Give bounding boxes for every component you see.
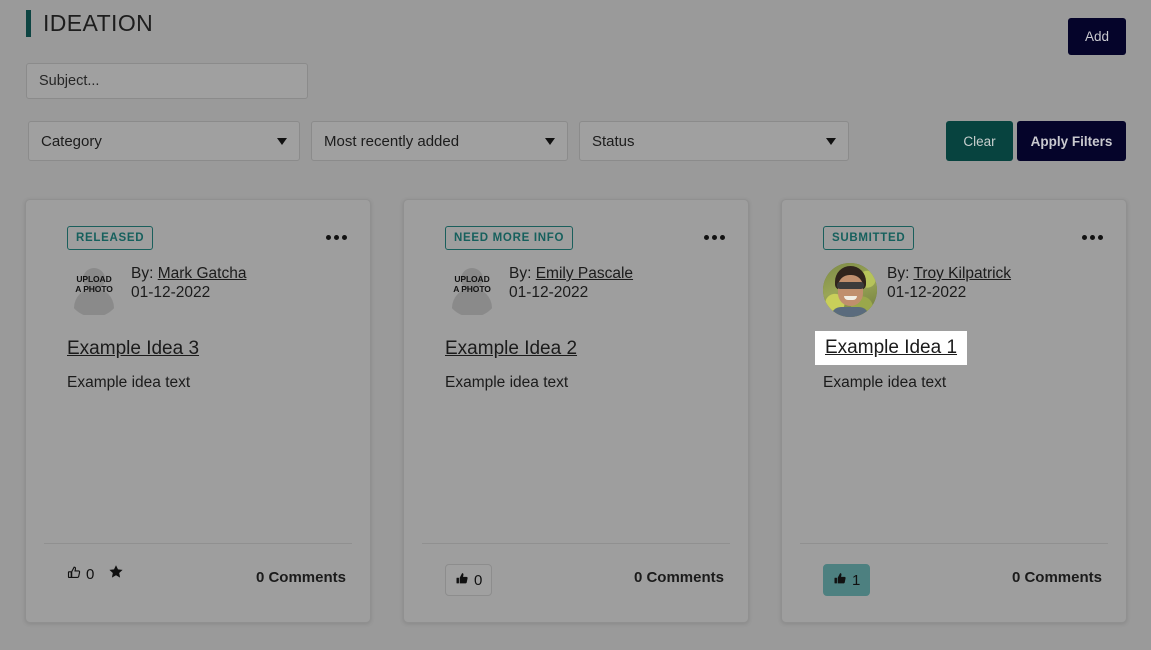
sort-select[interactable]: Most recently added [311,121,568,161]
avatar[interactable]: UPLOAD A PHOTO [67,263,121,317]
like-button[interactable]: 0 [67,565,94,583]
chevron-down-icon [545,137,555,145]
ellipsis-icon[interactable] [1078,228,1106,246]
by-prefix-label: By: [887,265,910,282]
idea-title-link[interactable]: Example Idea 2 [445,338,577,360]
author-link[interactable]: Emily Pascale [536,265,633,282]
avatar-placeholder-line2: A PHOTO [453,283,491,294]
idea-date: 01-12-2022 [131,284,211,301]
avatar[interactable] [823,263,877,317]
comments-count[interactable]: 0 Comments [1012,569,1102,586]
idea-card-footer: 0 0 Comments [26,544,370,624]
category-select-label: Category [41,132,102,150]
like-button[interactable]: 1 [823,564,871,596]
chevron-down-icon [826,137,836,145]
filter-row: Category Most recently added Status Clea… [0,121,1151,162]
author-link[interactable]: Mark Gatcha [158,265,247,282]
avatar-photo-face [838,275,863,306]
avatar-placeholder-text: UPLOAD A PHOTO [67,274,121,294]
author-line: By: Mark Gatcha [131,264,246,283]
idea-body-text: Example idea text [445,374,569,391]
idea-card[interactable]: NEED MORE INFO UPLOAD A PHOTO By: Emily Pas… [403,199,749,623]
author-line: By: Emily Pascale [509,264,633,283]
idea-card-footer: 0 0 Comments [404,544,748,624]
author-line: By: Troy Kilpatrick [887,264,1011,283]
status-badge: SUBMITTED [823,226,915,250]
status-badge: RELEASED [67,226,154,250]
avatar-placeholder-line1: UPLOAD [454,274,490,284]
idea-author-row: UPLOAD A PHOTO By: Emily Pascale 01-12-2022 [445,263,633,317]
like-count: 1 [852,571,861,589]
page-header: IDEATION Add [0,0,1151,56]
like-group: 1 [823,564,871,596]
avatar-placeholder-line1: UPLOAD [76,274,112,284]
status-badge: NEED MORE INFO [445,226,574,250]
avatar-photo-smile [844,296,857,300]
avatar-photo-sunglasses [837,282,864,289]
idea-title-link[interactable]: Example Idea 1 [815,331,968,365]
avatar-placeholder-line2: A PHOTO [75,283,113,294]
category-select[interactable]: Category [28,121,300,161]
idea-author-row: By: Troy Kilpatrick 01-12-2022 [823,263,1011,317]
search-input[interactable] [26,63,308,99]
idea-card[interactable]: RELEASED UPLOAD A PHOTO By: Mark Gatcha 01-1… [25,199,371,623]
idea-card-footer: 1 0 Comments [782,544,1126,624]
author-meta: By: Emily Pascale 01-12-2022 [509,263,633,302]
add-button[interactable]: Add [1068,18,1126,55]
page-title: IDEATION [43,10,154,36]
status-select-label: Status [592,132,635,150]
idea-date: 01-12-2022 [509,284,589,301]
thumbs-up-filled-icon [455,571,470,589]
thumbs-up-outline-icon [67,565,82,583]
idea-card[interactable]: SUBMITTED By: Troy Kilpatrick 01-12-2022 Ex… [781,199,1127,623]
ideation-page: IDEATION Add Category Most recently adde… [0,0,1151,650]
idea-body-text: Example idea text [67,374,191,391]
clear-filters-button[interactable]: Clear [946,121,1013,161]
by-prefix-label: By: [509,265,532,282]
ellipsis-icon[interactable] [700,228,728,246]
comments-count[interactable]: 0 Comments [634,569,724,586]
page-title-wrap: IDEATION [26,10,153,37]
sort-select-label: Most recently added [324,132,460,150]
star-filled-icon[interactable] [108,564,124,584]
like-button[interactable]: 0 [445,564,493,596]
idea-card-header: RELEASED [26,200,370,250]
status-select[interactable]: Status [579,121,849,161]
chevron-down-icon [277,137,287,145]
idea-card-header: SUBMITTED [782,200,1126,250]
like-group: 0 [67,564,124,584]
avatar-placeholder-text: UPLOAD A PHOTO [445,274,499,294]
author-meta: By: Mark Gatcha 01-12-2022 [131,263,246,302]
apply-filters-button[interactable]: Apply Filters [1017,121,1126,161]
comments-count[interactable]: 0 Comments [256,569,346,586]
idea-body-text: Example idea text [823,374,947,391]
ellipsis-icon[interactable] [322,228,350,246]
thumbs-up-filled-icon [833,571,848,589]
idea-author-row: UPLOAD A PHOTO By: Mark Gatcha 01-12-2022 [67,263,246,317]
idea-date: 01-12-2022 [887,284,967,301]
title-accent-bar [26,10,31,37]
idea-title-link[interactable]: Example Idea 3 [67,338,199,360]
author-meta: By: Troy Kilpatrick 01-12-2022 [887,263,1011,302]
by-prefix-label: By: [131,265,154,282]
avatar-photo-shirt [831,307,869,317]
like-group: 0 [445,564,493,596]
avatar[interactable]: UPLOAD A PHOTO [445,263,499,317]
like-count: 0 [474,571,483,589]
author-link[interactable]: Troy Kilpatrick [913,265,1011,282]
idea-card-header: NEED MORE INFO [404,200,748,250]
like-count: 0 [86,565,95,583]
